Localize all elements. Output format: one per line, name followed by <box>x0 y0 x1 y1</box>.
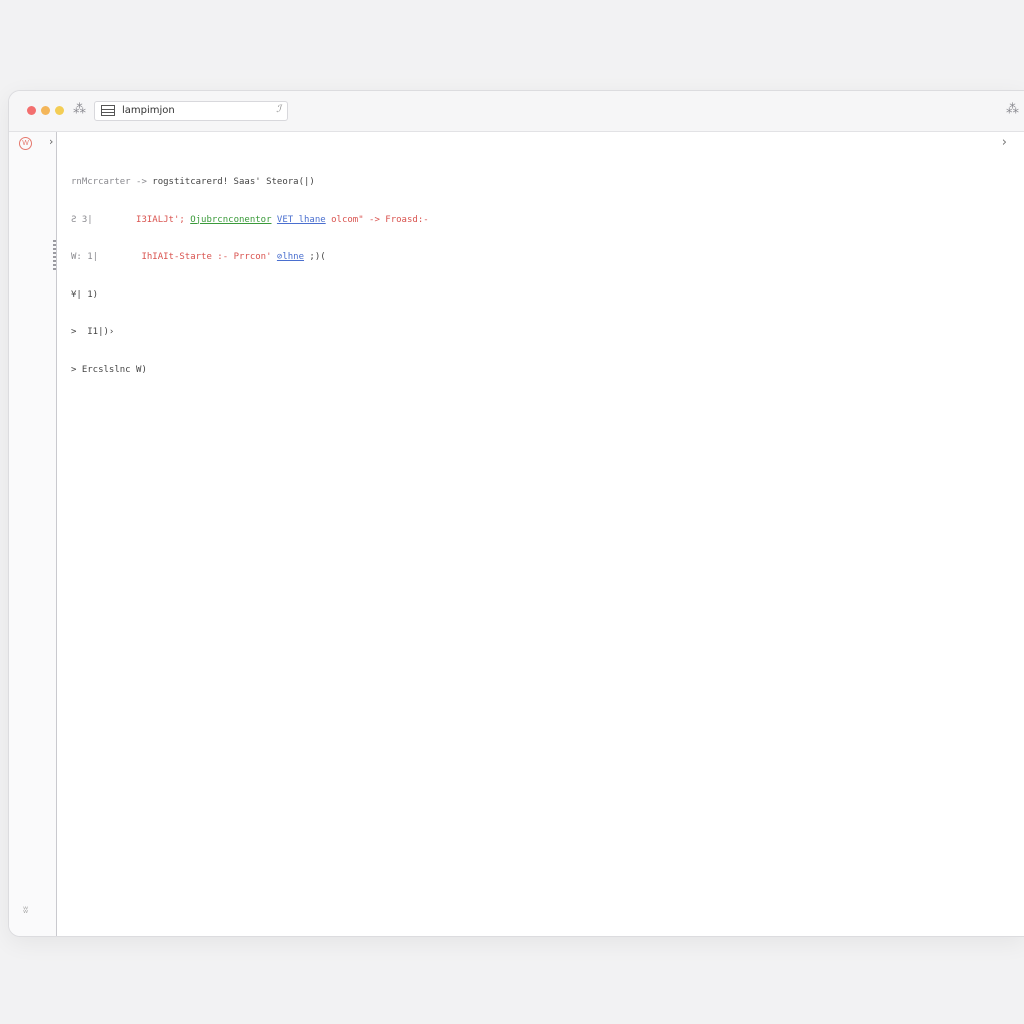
code-token: ;)( <box>304 252 326 262</box>
expand-chevron-icon[interactable]: › <box>49 135 53 148</box>
code-token: W: 1| <box>71 252 142 262</box>
code-token: > I1|)› <box>71 327 115 337</box>
code-token: ⊘lhne <box>276 252 305 262</box>
close-window-button[interactable] <box>27 106 36 115</box>
resize-handle[interactable] <box>53 240 56 270</box>
code-line-4: ¥| 1) <box>71 289 429 302</box>
address-text: lampimjon <box>122 105 175 116</box>
code-line-5: > I1|)› <box>71 326 429 339</box>
panel-chevron-icon[interactable]: › <box>1002 135 1007 150</box>
code-line-1: rnMcrcarter -> rogstitcarerd! Saas' Steo… <box>71 176 429 189</box>
address-field[interactable]: lampimjon ℐ <box>94 101 288 121</box>
warning-badge-icon[interactable]: W <box>19 137 32 150</box>
code-token: olcom" -> Froasd:- <box>325 214 429 225</box>
toolbar-extensions-icon[interactable]: ⁂ <box>1006 102 1019 117</box>
code-editor[interactable]: rnMcrcarter -> rogstitcarerd! Saas' Steo… <box>71 151 429 401</box>
code-token: rogstitcarerd! Saas' Steora(|) <box>152 177 315 187</box>
code-line-3: W: 1| IhIAIt-Starte :- Prrcon' ⊘lhne ;)( <box>71 251 429 264</box>
app-window: ⁂ lampimjon ℐ ⁂ W › ʬ › rnMcrcarter -> r… <box>8 90 1024 937</box>
toolbar-settings-icon[interactable]: ⁂ <box>73 102 86 117</box>
side-gutter: W › ʬ <box>9 132 57 936</box>
code-token: Ƨ 3| <box>71 214 137 225</box>
code-token: ¥| 1) <box>71 289 99 300</box>
code-line-2: Ƨ 3| I3IALJt'; Ojubrcnconentor VET lhane… <box>71 214 429 227</box>
title-bar: ⁂ lampimjon ℐ ⁂ <box>9 91 1024 132</box>
code-token: > Ercslslnc W) <box>71 364 147 375</box>
code-token: rnMcrcarter -> <box>71 177 153 187</box>
collapse-icon[interactable]: ʬ <box>23 905 28 916</box>
code-token: VET lhane <box>276 214 326 225</box>
code-token: Ojubrcnconentor <box>190 214 272 225</box>
zoom-window-button[interactable] <box>55 106 64 115</box>
code-line-6: > Ercslslnc W) <box>71 364 429 377</box>
minimize-window-button[interactable] <box>41 106 50 115</box>
code-token: I3IALJt'; <box>136 214 191 225</box>
code-token: IhIAIt-Starte :- Prrcon' <box>141 252 277 262</box>
document-list-icon <box>101 105 115 116</box>
address-edit-icon[interactable]: ℐ <box>276 104 281 115</box>
